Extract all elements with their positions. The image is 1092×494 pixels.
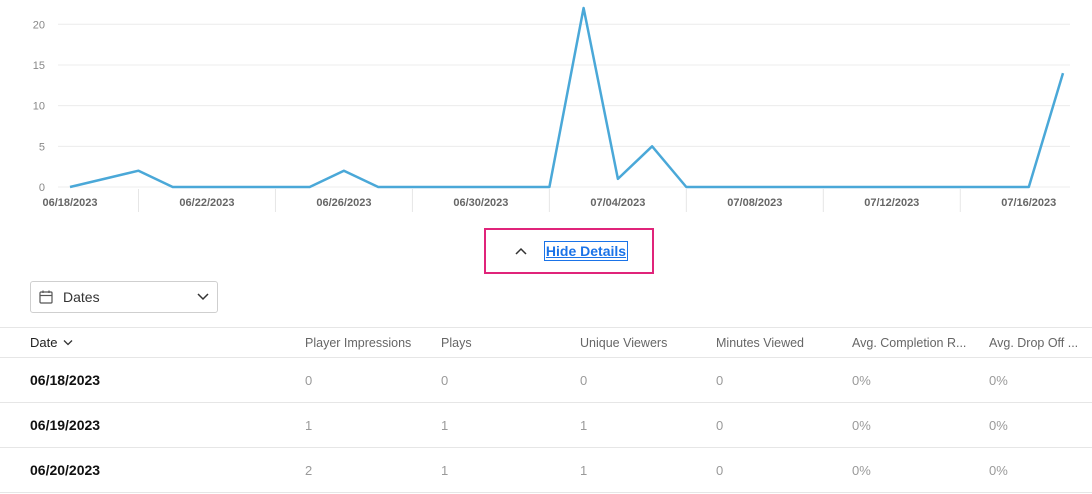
x-tick-label: 06/30/2023 bbox=[453, 197, 508, 209]
cell-date: 06/18/2023 bbox=[30, 372, 101, 388]
x-tick-label: 06/26/2023 bbox=[316, 197, 371, 209]
x-tick-label: 06/18/2023 bbox=[42, 197, 97, 209]
column-header-player-impressions[interactable]: Player Impressions bbox=[305, 328, 435, 357]
table-row: 06/18/2023 0 0 0 0 0% 0% bbox=[0, 358, 1092, 403]
column-header-plays[interactable]: Plays bbox=[441, 328, 561, 357]
cell-avg-drop-off: 0% bbox=[989, 372, 1008, 388]
y-tick-label: 15 bbox=[33, 60, 45, 72]
details-toggle[interactable]: Hide Details bbox=[484, 228, 654, 274]
x-tick-label: 06/22/2023 bbox=[179, 197, 234, 209]
table-header-row: Date Player Impressions Plays Unique Vie… bbox=[0, 327, 1092, 358]
y-tick-label: 0 bbox=[39, 182, 45, 194]
table-row: 06/19/2023 1 1 1 0 0% 0% bbox=[0, 403, 1092, 448]
cell-plays: 1 bbox=[441, 417, 449, 433]
x-tick-label: 07/16/2023 bbox=[1001, 197, 1056, 209]
cell-date: 06/19/2023 bbox=[30, 417, 101, 433]
y-tick-label: 10 bbox=[33, 101, 45, 113]
x-tick-label: 07/12/2023 bbox=[864, 197, 919, 209]
table-row: 06/20/2023 2 1 1 0 0% 0% bbox=[0, 448, 1092, 493]
cell-avg-completion-rate: 0% bbox=[852, 417, 871, 433]
chevron-down-icon bbox=[197, 293, 209, 301]
column-header-unique-viewers[interactable]: Unique Viewers bbox=[580, 328, 700, 357]
views-line-chart: 0 5 10 15 20 06/18/2023 06/22/2023 06/26/2023 06… bbox=[33, 6, 1070, 212]
column-header-avg-completion-rate[interactable]: Avg. Completion R... bbox=[852, 328, 968, 357]
column-header-minutes-viewed[interactable]: Minutes Viewed bbox=[716, 328, 836, 357]
chevron-up-icon bbox=[512, 242, 530, 260]
cell-minutes-viewed: 0 bbox=[716, 372, 724, 388]
column-header-avg-drop-off[interactable]: Avg. Drop Off ... bbox=[989, 328, 1089, 357]
dates-filter-label: Dates bbox=[63, 289, 100, 305]
cell-minutes-viewed: 0 bbox=[716, 417, 724, 433]
cell-avg-completion-rate: 0% bbox=[852, 462, 871, 478]
series-line bbox=[69, 6, 1065, 189]
cell-unique-viewers: 0 bbox=[580, 372, 588, 388]
cell-unique-viewers: 1 bbox=[580, 462, 588, 478]
cell-plays: 1 bbox=[441, 462, 449, 478]
y-tick-label: 20 bbox=[33, 19, 45, 31]
column-header-date[interactable]: Date bbox=[30, 328, 270, 357]
cell-avg-drop-off: 0% bbox=[989, 417, 1008, 433]
daily-stats-table: Date Player Impressions Plays Unique Vie… bbox=[0, 327, 1092, 493]
dates-filter-dropdown[interactable]: Dates bbox=[30, 281, 218, 313]
x-tick-label: 07/08/2023 bbox=[727, 197, 782, 209]
hide-details-link[interactable]: Hide Details bbox=[543, 241, 629, 261]
cell-player-impressions: 1 bbox=[305, 417, 313, 433]
cell-avg-drop-off: 0% bbox=[989, 462, 1008, 478]
cell-minutes-viewed: 0 bbox=[716, 462, 724, 478]
cell-plays: 0 bbox=[441, 372, 449, 388]
cell-date: 06/20/2023 bbox=[30, 462, 101, 478]
cell-player-impressions: 0 bbox=[305, 372, 313, 388]
sort-desc-icon bbox=[63, 339, 73, 346]
cell-unique-viewers: 1 bbox=[580, 417, 588, 433]
cell-player-impressions: 2 bbox=[305, 462, 313, 478]
calendar-icon bbox=[39, 290, 53, 304]
x-tick-label: 07/04/2023 bbox=[590, 197, 645, 209]
y-tick-label: 5 bbox=[39, 141, 45, 153]
cell-avg-completion-rate: 0% bbox=[852, 372, 871, 388]
